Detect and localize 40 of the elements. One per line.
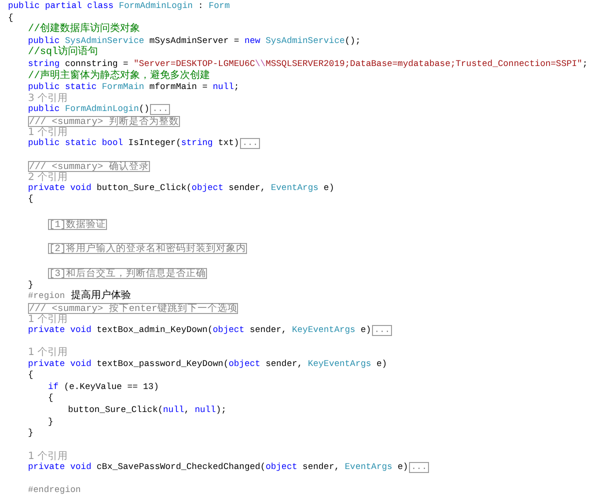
code-line: { (48, 393, 54, 405)
code-line: private void textBox_password_KeyDown(object sender, KeyEventArgs e) (28, 358, 388, 370)
code-line: public static bool IsInteger(string txt) (28, 138, 240, 150)
code-line: public partial class FormAdminLogin : Form (8, 1, 230, 13)
collapsed-comment[interactable]: [1]数据验证 (48, 218, 108, 230)
code-line: } (48, 416, 54, 428)
code-line: button_Sure_Click(null, null); (68, 404, 226, 417)
code-line: } (28, 428, 34, 440)
collapsed-code-button[interactable]: ... (240, 138, 260, 150)
code-line: #endregion (28, 484, 81, 497)
collapsed-comment[interactable]: [3]和后台交互，判断信息是否正确 (48, 268, 208, 279)
code-line: } (28, 280, 34, 292)
code-line: private void textBox_admin_KeyDown(object sender, KeyEventArgs e) (28, 325, 372, 337)
reference-count-link[interactable]: 1 个引用 (28, 314, 68, 325)
reference-count-link[interactable]: 1 个引用 (28, 128, 68, 138)
code-line: //声明主窗体为静态对象，避免多次创建 (28, 70, 210, 82)
collapsed-summary-comment[interactable]: /// <summary> 按下enter键跳到下一个选项 (28, 303, 238, 314)
code-line: public static FormMain mformMain = null; (28, 82, 240, 93)
collapsed-code-button[interactable]: ... (372, 325, 392, 336)
code-line: public SysAdminService mSysAdminServer = new SysAdminService(); (28, 36, 361, 46)
code-line: private void cBx_SavePassWord_CheckedChanged(object sender, EventArgs e) (28, 462, 408, 474)
collapsed-code-button[interactable]: ... (409, 462, 429, 474)
code-line: #region 提高用户体验 (28, 291, 131, 303)
reference-count-link[interactable]: 2 个引用 (28, 172, 68, 183)
code-line: string connstring = "Server=DESKTOP-LGMEU6C\\MSSQLSERVER2019;DataBase=mydatabase;Trusted_Connection=SSPI"; (28, 58, 588, 70)
code-line: public FormAdminLogin() (28, 104, 150, 116)
reference-count-link[interactable]: 1 个引用 (28, 348, 68, 358)
collapsed-code-button[interactable]: ... (150, 104, 170, 116)
code-line: { (28, 370, 34, 382)
collapsed-summary-comment[interactable]: /// <summary> 确认登录 (28, 161, 150, 172)
reference-count-link[interactable]: 3 个引用 (28, 94, 68, 104)
code-line: { (28, 194, 34, 206)
collapsed-comment[interactable]: [2]将用户输入的登录名和密码封装到对象内 (48, 243, 248, 254)
code-line: //sql访问语句 (28, 47, 98, 59)
code-line: if (e.KeyValue == 13) (48, 382, 159, 394)
code-line: { (8, 12, 14, 24)
code-line: //创建数据库访问类对象 (28, 24, 140, 36)
collapsed-summary-comment[interactable]: /// <summary> 判断是否为整数 (28, 116, 180, 128)
code-line: private void button_Sure_Click(object sender, EventArgs e) (28, 182, 334, 194)
reference-count-link[interactable]: 1 个引用 (28, 452, 68, 462)
